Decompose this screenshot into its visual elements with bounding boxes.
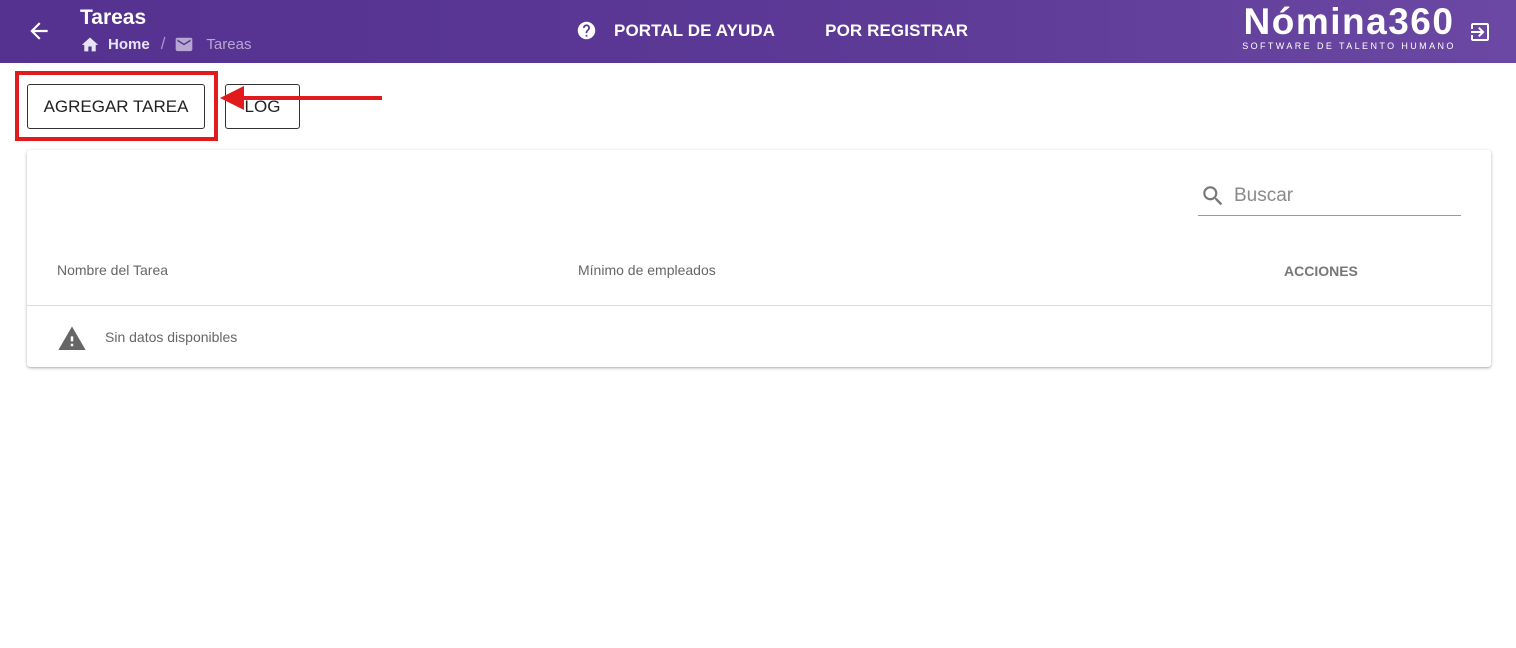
pending-registration-link[interactable]: POR REGISTRAR (825, 21, 968, 41)
help-portal-link[interactable]: PORTAL DE AYUDA (576, 20, 775, 41)
column-header-min-employees[interactable]: Mínimo de empleados (578, 262, 716, 278)
title-block: Tareas Home / Tareas (80, 6, 251, 54)
highlight-annotation-box (15, 71, 218, 141)
home-icon (81, 37, 99, 52)
pending-registration-label: POR REGISTRAR (825, 20, 969, 40)
search-field (1198, 176, 1461, 216)
column-header-actions: ACCIONES (1284, 263, 1358, 279)
table-header: Nombre del Tarea Mínimo de empleados ACC… (27, 250, 1491, 306)
column-header-task-name[interactable]: Nombre del Tarea (57, 262, 168, 278)
breadcrumb-current-label: Tareas (206, 35, 252, 53)
warning-icon (58, 326, 86, 350)
breadcrumb-home-label: Home (108, 35, 150, 53)
app-header: Tareas Home / Tareas PORTAL DE AYUDA POR… (0, 0, 1516, 63)
page-title: Tareas (80, 6, 147, 29)
header-nav: PORTAL DE AYUDA POR REGISTRAR (576, 20, 968, 41)
empty-state-row: Sin datos disponibles (27, 307, 1491, 367)
brand-logo: Nómina360 SOFTWARE DE TALENTO HUMANO (1236, 1, 1462, 52)
annotation-arrow-icon (220, 86, 382, 110)
back-arrow-icon[interactable] (26, 18, 52, 44)
search-input[interactable] (1234, 184, 1444, 207)
breadcrumb-current: Tareas (174, 36, 251, 53)
breadcrumb-separator: / (160, 34, 166, 53)
tasks-table-card: Nombre del Tarea Mínimo de empleados ACC… (27, 150, 1491, 367)
brand-name: Nómina360 (1243, 1, 1455, 42)
empty-state-message: Sin datos disponibles (105, 329, 238, 345)
breadcrumb-home[interactable]: Home (80, 35, 150, 53)
mail-icon (176, 37, 193, 52)
breadcrumb: Home / Tareas (80, 34, 251, 54)
brand-tagline: SOFTWARE DE TALENTO HUMANO (1242, 41, 1456, 51)
search-icon (1203, 185, 1223, 205)
logout-icon[interactable] (1468, 20, 1492, 44)
help-portal-label: PORTAL DE AYUDA (614, 20, 776, 40)
help-circle-icon (577, 21, 596, 40)
